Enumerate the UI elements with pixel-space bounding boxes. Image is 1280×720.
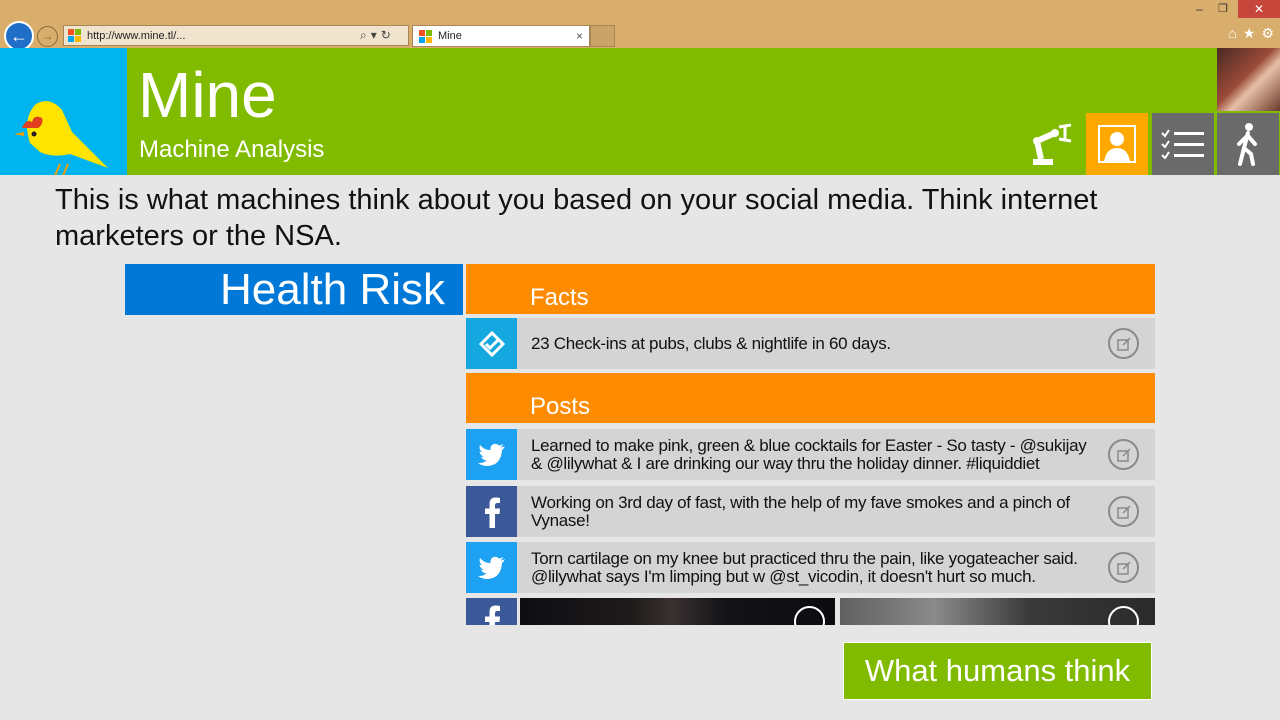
bird-logo-icon <box>14 101 108 179</box>
post-row[interactable]: Working on 3rd day of fast, with the hel… <box>466 486 1155 537</box>
robot-analysis-button[interactable] <box>1021 113 1083 175</box>
user-avatar[interactable] <box>1217 48 1280 111</box>
app-header: Mine Machine Analysis <box>0 48 1280 179</box>
app-title: Mine <box>138 59 277 131</box>
new-tab-button[interactable] <box>590 25 615 47</box>
facebook-icon <box>466 486 517 537</box>
address-url: http://www.mine.tl/... <box>87 29 186 42</box>
foursquare-icon <box>466 318 517 369</box>
browser-tab[interactable]: Mine × <box>412 25 590 47</box>
post-text: Torn cartilage on my knee but practiced … <box>531 548 1078 586</box>
twitter-icon <box>466 542 517 593</box>
facts-heading: Facts <box>466 264 1155 314</box>
forward-button[interactable]: → <box>37 26 58 47</box>
edit-icon[interactable] <box>1108 496 1139 527</box>
walking-person-icon <box>1237 123 1257 166</box>
twitter-icon <box>466 429 517 480</box>
logo-tile <box>0 48 127 179</box>
person-icon <box>1098 125 1136 163</box>
posts-heading: Posts <box>466 373 1155 423</box>
tab-favicon-icon <box>419 29 432 43</box>
close-window-icon[interactable]: ✕ <box>1238 0 1280 18</box>
tab-title: Mine <box>438 30 462 42</box>
activity-button[interactable] <box>1217 113 1279 175</box>
post-photo[interactable] <box>520 598 835 625</box>
edit-icon[interactable] <box>794 606 825 625</box>
edit-icon[interactable] <box>1108 606 1139 625</box>
dropdown-icon[interactable]: ▾ <box>371 28 377 43</box>
favorites-star-icon[interactable]: ★ <box>1243 25 1256 42</box>
list-view-button[interactable] <box>1152 113 1214 175</box>
search-icon[interactable]: ⌕ <box>360 28 367 43</box>
browser-chrome: ← → http://www.mine.tl/... ⌕ ▾ ↻ Mine × … <box>0 0 1280 51</box>
minimize-icon[interactable]: – <box>1196 2 1203 16</box>
post-text: Working on 3rd day of fast, with the hel… <box>531 492 1070 530</box>
app-subtitle: Machine Analysis <box>139 136 325 163</box>
address-bar[interactable]: http://www.mine.tl/... ⌕ ▾ ↻ <box>63 25 409 46</box>
fact-text: 23 Check-ins at pubs, clubs & nightlife … <box>531 333 891 353</box>
robot-arm-icon <box>1033 123 1072 165</box>
site-favicon-icon <box>68 29 81 42</box>
restore-icon[interactable]: ❐ <box>1218 2 1228 15</box>
category-tile[interactable]: Health Risk <box>125 264 463 315</box>
checklist-icon <box>1161 129 1204 159</box>
back-button[interactable]: ← <box>4 21 34 51</box>
intro-text: This is what machines think about you ba… <box>55 184 1098 252</box>
edit-icon[interactable] <box>1108 552 1139 583</box>
edit-icon[interactable] <box>1108 328 1139 359</box>
post-row[interactable]: Torn cartilage on my knee but practiced … <box>466 542 1155 593</box>
home-icon[interactable]: ⌂ <box>1228 25 1236 42</box>
profile-button[interactable] <box>1086 113 1148 175</box>
post-photo[interactable] <box>840 598 1155 625</box>
post-text: Learned to make pink, green & blue cockt… <box>531 435 1087 473</box>
post-row[interactable]: Learned to make pink, green & blue cockt… <box>466 429 1155 480</box>
tab-close-icon[interactable]: × <box>576 29 583 43</box>
what-humans-think-button[interactable]: What humans think <box>843 642 1152 700</box>
settings-gear-icon[interactable]: ⚙ <box>1261 25 1274 42</box>
edit-icon[interactable] <box>1108 439 1139 470</box>
refresh-icon[interactable]: ↻ <box>381 28 391 43</box>
facebook-icon <box>466 598 517 625</box>
fact-row[interactable]: 23 Check-ins at pubs, clubs & nightlife … <box>466 318 1155 369</box>
photo-post-row[interactable] <box>466 598 1155 625</box>
